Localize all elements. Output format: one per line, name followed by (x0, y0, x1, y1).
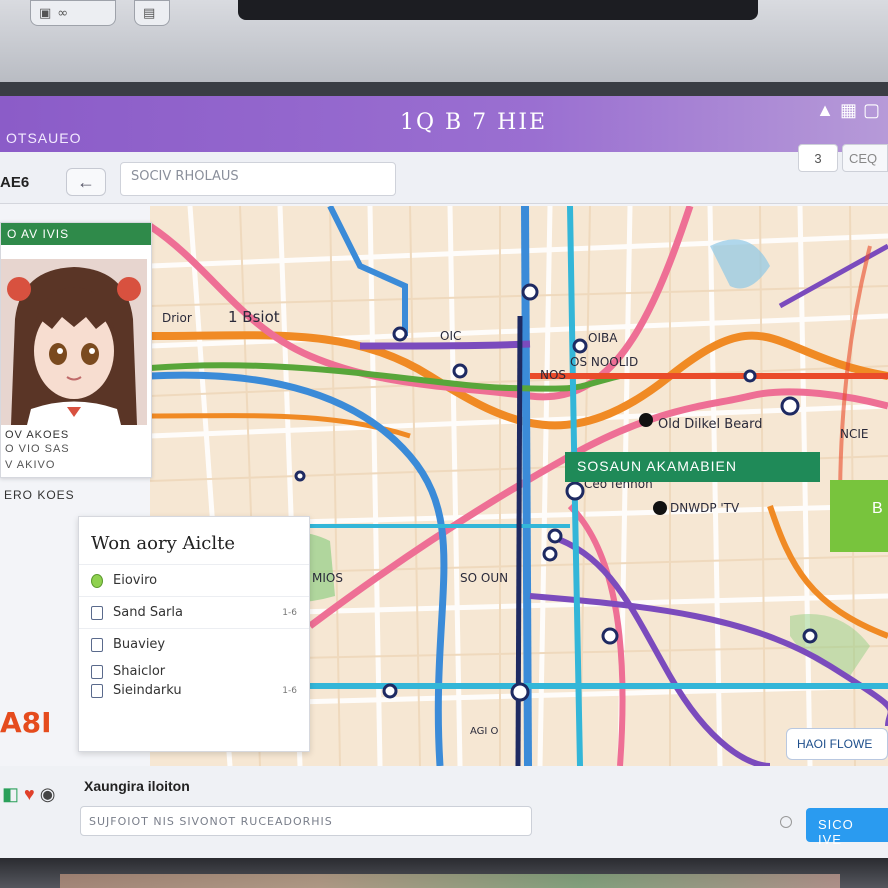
legend-item-label: Shaiclor (113, 664, 166, 679)
profile-header: O AV IVIS (1, 223, 151, 245)
search-input[interactable]: SOCIV RHOLAUS (120, 162, 396, 196)
folder-icon: ▣ (39, 5, 52, 21)
map-label: OIBA (588, 331, 618, 345)
palette-icon[interactable]: ◧ (2, 784, 19, 804)
legend-panel: Won aory Aiclte Eioviro Sand Sarla 1-6 B… (78, 516, 310, 752)
zoom-level[interactable]: 3 (798, 144, 838, 172)
legend-item-label: Eioviro (113, 573, 158, 588)
map-label: Old Dilkel Beard (658, 417, 763, 432)
submit-button[interactable]: SICO IVE (806, 808, 888, 847)
map-label: NOS (540, 368, 566, 382)
bezel-reflection (60, 874, 840, 888)
checkbox[interactable] (91, 605, 103, 620)
legend-item-label: Buaviey (113, 637, 166, 652)
app-name: OTSAUEO (6, 130, 82, 146)
side-tag[interactable]: B (830, 480, 888, 552)
map-label: SO OUN (460, 571, 508, 585)
screen: OTSAUEO 1Q B 7 HIE ▲ ▦ ▢ AE6 ← SOCIV RHO… (0, 96, 888, 796)
back-button[interactable]: ← (66, 168, 106, 196)
legend-item[interactable]: Shaiclor (79, 660, 309, 681)
bezel-chip-left: ▣ ∞ (30, 0, 116, 26)
legend-item[interactable]: Sieindarku 1-6 (79, 681, 309, 706)
device-bezel-bottom (0, 858, 888, 888)
checkbox[interactable] (91, 683, 103, 698)
map-label: OIC (440, 329, 461, 343)
footer-input[interactable]: SUJFOIOT NIS SIVONOT RUCEADORHIS (80, 806, 532, 836)
legend-item-label: Sieindarku (113, 683, 182, 698)
legend-item[interactable]: Eioviro (79, 564, 309, 596)
map-label: 1 Bsiot (228, 308, 280, 326)
device-bezel-top: ▣ ∞ ▤ (0, 0, 888, 82)
legend-item[interactable]: Buaviey (79, 628, 309, 660)
toolbar-right-box[interactable]: CEQ (842, 144, 888, 172)
radio-button[interactable] (780, 816, 792, 828)
legend-title: Won aory Aiclte (91, 533, 235, 554)
red-badge: A8I (0, 706, 52, 739)
avatar (1, 259, 147, 425)
bookmark-icon[interactable]: ▲ (816, 100, 834, 121)
window-title: 1Q B 7 HIE (400, 110, 548, 135)
map-action-button[interactable]: HAOI FLOWE (786, 728, 888, 760)
legend-item-label: Sand Sarla (113, 605, 183, 620)
map-label: MIOS (312, 571, 343, 585)
legend-item-count: 1-6 (282, 685, 297, 696)
footer-panel: ◧ ♥ ◉ Xaungira iloiton SUJFOIOT NIS SIVO… (0, 766, 888, 858)
brand-label: AE6 (0, 174, 30, 191)
profile-name: OV AKOES (5, 429, 70, 441)
bezel-chip-window: ▤ (134, 0, 170, 26)
avatar-illustration (1, 259, 147, 425)
share-icon[interactable]: ▦ (840, 100, 857, 121)
map-label: NCIE (840, 427, 868, 441)
profile-subtitle: V AKIVO (5, 459, 56, 471)
map-label: Drior (162, 311, 192, 325)
profile-footer: ERO KOES (4, 488, 75, 502)
legend-item[interactable]: Sand Sarla 1-6 (79, 596, 309, 628)
highlight-route-label[interactable]: SOSAUN AKAMABIEN (565, 452, 820, 482)
footer-heading: Xaungira iloiton (84, 778, 190, 794)
toolbar: AE6 ← SOCIV RHOLAUS (0, 152, 888, 204)
checkbox[interactable] (91, 637, 103, 652)
profile-card[interactable]: O AV IVIS OV AKOES O VIO SAS V AKIVO (0, 222, 152, 478)
checkbox[interactable] (91, 664, 103, 679)
window-icon: ▤ (143, 5, 156, 21)
checkbox[interactable] (91, 573, 103, 588)
map-label: DNWDP 'TV (670, 501, 740, 515)
legend-item-count: 1-6 (282, 607, 297, 618)
heart-icon[interactable]: ♥ (24, 784, 35, 804)
map-label: OS NOOLID (570, 355, 638, 369)
title-bar: OTSAUEO 1Q B 7 HIE ▲ ▦ ▢ (0, 96, 888, 152)
window-icon[interactable]: ▢ (863, 100, 880, 121)
link-icon: ∞ (57, 5, 69, 21)
bezel-bar (238, 0, 758, 20)
target-icon[interactable]: ◉ (40, 784, 56, 804)
profile-subtitle: O VIO SAS (5, 443, 70, 455)
map-label: AGI O (470, 726, 499, 737)
